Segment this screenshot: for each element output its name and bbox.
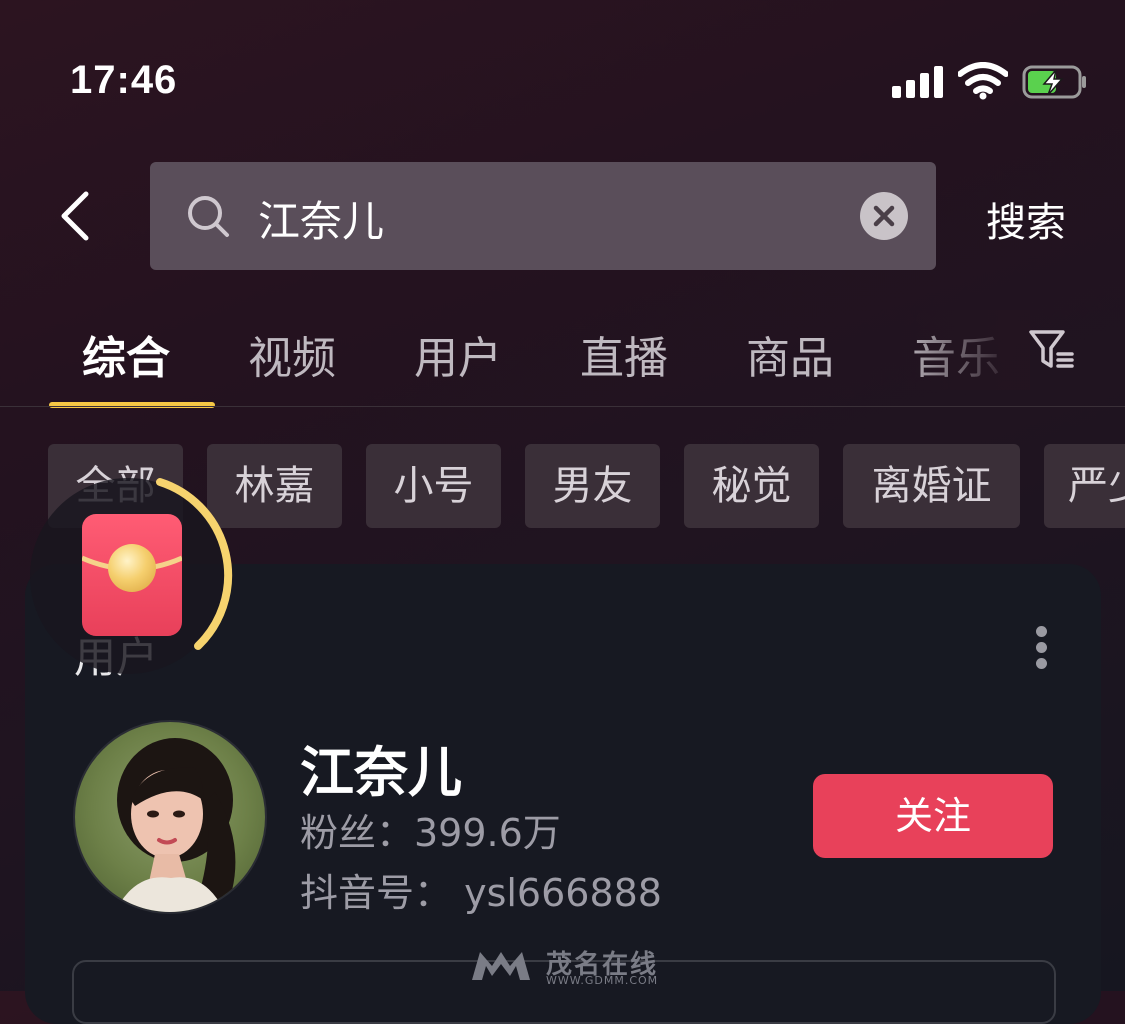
chip-mijue[interactable]: 秘觉 [684, 444, 819, 528]
avatar-portrait-image [115, 738, 236, 912]
watermark-url: WWW.GDMM.COM [546, 974, 659, 987]
battery-charging-icon [1022, 65, 1086, 99]
user-douyin-id: 抖音号： ysl666888 [300, 871, 662, 915]
gold-coin-icon [108, 544, 156, 592]
chip-alt-account[interactable]: 小号 [366, 444, 501, 528]
follow-button[interactable]: 关注 [813, 774, 1053, 858]
search-icon [188, 196, 229, 237]
filter-icon[interactable] [1028, 328, 1076, 372]
tab-video[interactable]: 视频 [248, 322, 336, 386]
more-options-icon[interactable] [1034, 626, 1050, 670]
avatar[interactable] [73, 720, 267, 914]
tab-users[interactable]: 用户 [414, 322, 502, 386]
watermark-logo-icon [472, 952, 530, 980]
tabs-divider [0, 406, 1125, 407]
tab-products[interactable]: 商品 [746, 322, 834, 386]
active-tab-indicator [49, 402, 215, 408]
tab-fade-overlay [900, 310, 1030, 390]
chip-boyfriend[interactable]: 男友 [525, 444, 660, 528]
user-name[interactable]: 江奈儿 [300, 728, 462, 807]
tab-comprehensive[interactable]: 综合 [82, 322, 170, 386]
close-icon [873, 205, 895, 227]
cellular-signal-icon [892, 66, 946, 98]
chip-divorce-certificate[interactable]: 离婚证 [843, 444, 1020, 528]
clear-search-button[interactable] [860, 192, 908, 240]
back-chevron-icon[interactable] [56, 188, 96, 244]
user-fans-count: 粉丝：399.6万 [300, 811, 561, 855]
search-query-text[interactable]: 江奈儿 [258, 188, 384, 249]
chip-yanshao[interactable]: 严少 [1044, 444, 1125, 528]
wifi-icon [958, 62, 1008, 100]
tab-live[interactable]: 直播 [580, 322, 668, 386]
status-time: 17:46 [70, 58, 178, 102]
search-button[interactable]: 搜索 [986, 190, 1066, 248]
